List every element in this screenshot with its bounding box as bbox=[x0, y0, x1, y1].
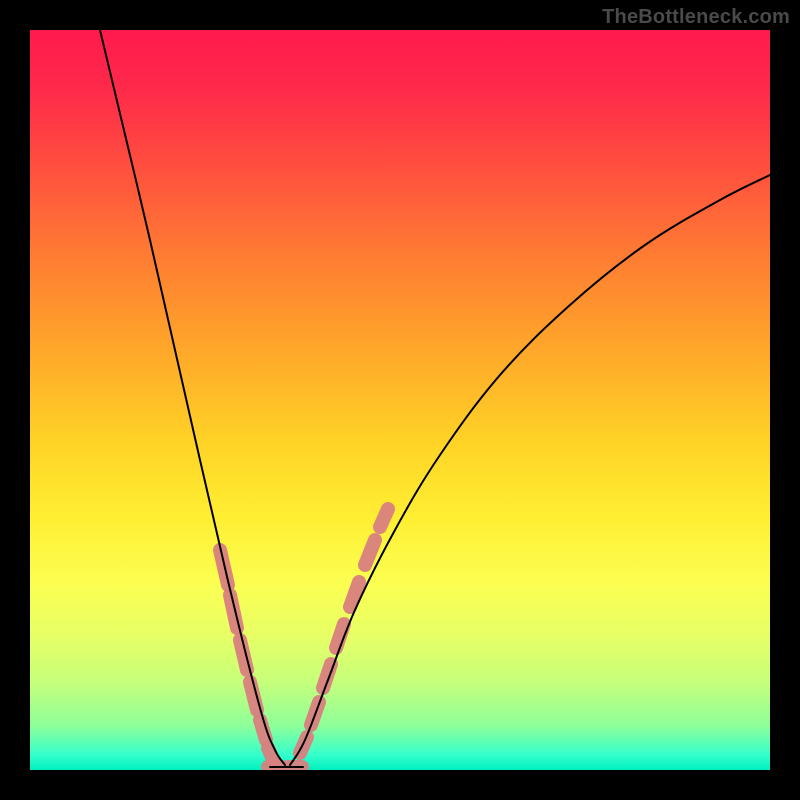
line-layer bbox=[100, 30, 770, 767]
chart-frame: TheBottleneck.com bbox=[0, 0, 800, 800]
plot-area bbox=[30, 30, 770, 770]
dash-segment bbox=[365, 540, 375, 565]
attribution-text: TheBottleneck.com bbox=[602, 6, 790, 29]
series-right-branch bbox=[290, 175, 770, 765]
dash-layer bbox=[220, 509, 388, 767]
dash-segment bbox=[380, 509, 388, 527]
dash-segment bbox=[268, 748, 274, 762]
series-left-branch bbox=[100, 30, 285, 765]
dash-segment bbox=[336, 624, 344, 648]
curve-layer bbox=[30, 30, 770, 770]
